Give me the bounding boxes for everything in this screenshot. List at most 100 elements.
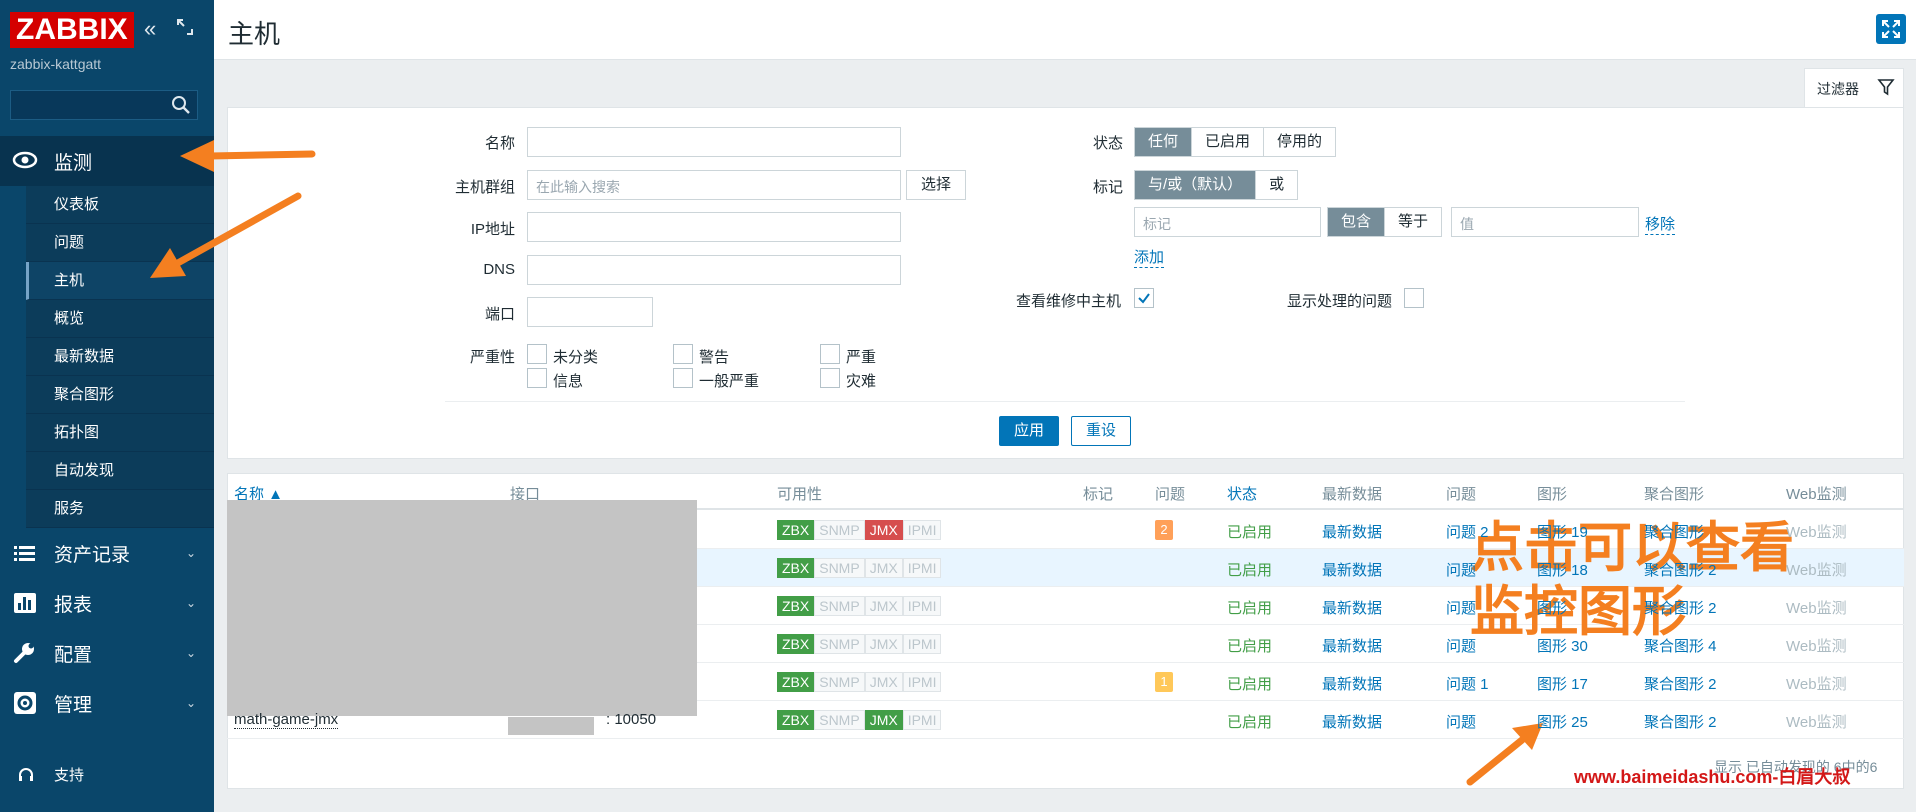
- submenu-item-discovery[interactable]: 自动发现: [26, 452, 214, 490]
- latest-data-link[interactable]: 最新数据: [1322, 559, 1382, 580]
- tag-value-input[interactable]: 值: [1451, 207, 1639, 237]
- screens-link[interactable]: 聚合图形 2: [1644, 711, 1717, 732]
- menu-section-inventory[interactable]: 资产记录 ⌄: [0, 529, 214, 577]
- reset-button[interactable]: 重设: [1071, 416, 1131, 446]
- submenu-item-hosts[interactable]: 主机: [26, 262, 214, 300]
- page-header: 主机: [214, 0, 1916, 60]
- screens-link[interactable]: 聚合图形 2: [1644, 673, 1717, 694]
- host-status[interactable]: 已启用: [1227, 597, 1272, 618]
- submenu-item-services[interactable]: 服务: [26, 490, 214, 528]
- maintenance-checkbox[interactable]: [1134, 288, 1154, 308]
- tag-add-link[interactable]: 添加: [1134, 246, 1165, 268]
- submenu-item-overview[interactable]: 概览: [26, 300, 214, 338]
- graphs-link[interactable]: 图形 30: [1537, 635, 1588, 656]
- chevron-up-icon: ⌃: [185, 154, 196, 168]
- latest-data-link[interactable]: 最新数据: [1322, 635, 1382, 656]
- zabbix-logo[interactable]: ZABBIX: [10, 12, 134, 48]
- screens-link[interactable]: 聚合图形 2: [1644, 559, 1717, 580]
- host-status[interactable]: 已启用: [1227, 711, 1272, 732]
- severity-label-average: 一般严重: [699, 373, 760, 390]
- severity-checkbox-average[interactable]: [673, 368, 693, 388]
- host-status[interactable]: 已启用: [1227, 673, 1272, 694]
- name-input[interactable]: [527, 127, 901, 157]
- column-header-tags: 标记: [1083, 486, 1114, 503]
- status-option-any[interactable]: 任何: [1135, 128, 1193, 156]
- severity-checkbox-unclassified[interactable]: [527, 344, 547, 364]
- status-option-disabled[interactable]: 停用的: [1264, 128, 1336, 156]
- submenu-item-maps[interactable]: 拓扑图: [26, 414, 214, 452]
- severity-label-warning: 警告: [699, 349, 730, 366]
- severity-checkbox-high[interactable]: [820, 344, 840, 364]
- severity-checkbox-information[interactable]: [527, 368, 547, 388]
- menu-section-administration[interactable]: 管理 ⌄: [0, 679, 214, 727]
- latest-data-link[interactable]: 最新数据: [1322, 521, 1382, 542]
- collapse-sidebar-icon[interactable]: «: [144, 16, 156, 42]
- availability-snmp: SNMP: [814, 710, 865, 730]
- host-status[interactable]: 已启用: [1227, 521, 1272, 542]
- show-suppressed-checkbox[interactable]: [1404, 288, 1424, 308]
- tag-remove-link[interactable]: 移除: [1645, 213, 1676, 235]
- tag-operator-control: 与/或（默认） 或: [1134, 170, 1299, 200]
- filter-tab[interactable]: 过滤器: [1804, 68, 1904, 108]
- submenu-item-latest-data[interactable]: 最新数据: [26, 338, 214, 376]
- availability-indicators: ZBX SNMP JMX IPMI: [777, 672, 942, 692]
- problem-count-badge[interactable]: 1: [1155, 672, 1173, 692]
- host-status[interactable]: 已启用: [1227, 559, 1272, 580]
- severity-checkbox-disaster[interactable]: [820, 368, 840, 388]
- submenu-item-problems[interactable]: 问题: [26, 224, 214, 262]
- search-icon[interactable]: [171, 95, 191, 115]
- support-link[interactable]: 支持: [0, 758, 214, 792]
- dns-input[interactable]: [527, 255, 901, 285]
- tag-operator-or[interactable]: 或: [1256, 171, 1298, 199]
- screens-link[interactable]: 聚合图形 4: [1644, 635, 1717, 656]
- latest-data-link[interactable]: 最新数据: [1322, 597, 1382, 618]
- web-monitoring-link: Web监测: [1786, 676, 1847, 693]
- submenu-item-dashboard[interactable]: 仪表板: [26, 186, 214, 224]
- dns-label: DNS: [483, 261, 515, 278]
- problems-link[interactable]: 问题: [1446, 711, 1476, 732]
- chevron-down-icon: ⌄: [185, 546, 196, 560]
- host-status[interactable]: 已启用: [1227, 635, 1272, 656]
- column-header-status[interactable]: 状态: [1227, 483, 1257, 504]
- problems-link[interactable]: 问题: [1446, 559, 1476, 580]
- graphs-link[interactable]: 图形 17: [1537, 673, 1588, 694]
- hostgroup-input[interactable]: 在此输入搜索: [527, 170, 901, 200]
- show-suppressed-label: 显示处理的问题: [1287, 293, 1393, 310]
- menu-section-configuration[interactable]: 配置 ⌄: [0, 629, 214, 677]
- latest-data-link[interactable]: 最新数据: [1322, 673, 1382, 694]
- tag-match-control: 包含 等于: [1327, 207, 1443, 237]
- severity-checkbox-warning[interactable]: [673, 344, 693, 364]
- kiosk-mode-icon[interactable]: [176, 16, 194, 42]
- menu-section-reports[interactable]: 报表 ⌄: [0, 579, 214, 627]
- graphs-link[interactable]: 图形: [1537, 597, 1567, 618]
- tag-name-input[interactable]: 标记: [1134, 207, 1321, 237]
- tag-match-equals[interactable]: 等于: [1385, 208, 1442, 236]
- ip-input[interactable]: [527, 212, 901, 242]
- screens-link[interactable]: 聚合图形 2: [1644, 597, 1717, 618]
- apply-button[interactable]: 应用: [999, 416, 1059, 446]
- host-name-link[interactable]: math-game-jmx: [234, 711, 339, 729]
- tag-operator-and-or[interactable]: 与/或（默认）: [1135, 171, 1257, 199]
- tag-match-contains[interactable]: 包含: [1328, 208, 1386, 236]
- availability-snmp: SNMP: [814, 558, 865, 578]
- problems-link[interactable]: 问题: [1446, 635, 1476, 656]
- problems-link[interactable]: 问题 1: [1446, 673, 1489, 694]
- screens-link[interactable]: 聚合图形: [1644, 521, 1704, 542]
- bar-chart-icon: [14, 593, 36, 613]
- latest-data-link[interactable]: 最新数据: [1322, 711, 1382, 732]
- port-input[interactable]: [527, 297, 653, 327]
- problems-link[interactable]: 问题: [1446, 597, 1476, 618]
- hostgroup-select-button[interactable]: 选择: [906, 170, 966, 200]
- column-header-web: Web监测: [1786, 486, 1847, 503]
- problem-count-badge[interactable]: 2: [1155, 520, 1173, 540]
- submenu-item-screens[interactable]: 聚合图形: [26, 376, 214, 414]
- menu-section-monitoring[interactable]: 监测 ⌃: [0, 136, 214, 186]
- fullscreen-button[interactable]: [1876, 14, 1906, 44]
- status-option-enabled[interactable]: 已启用: [1192, 128, 1265, 156]
- graphs-link[interactable]: 图形 19: [1537, 521, 1588, 542]
- graphs-link[interactable]: 图形 18: [1537, 559, 1588, 580]
- sidebar-search-input[interactable]: [10, 90, 198, 120]
- graphs-link[interactable]: 图形 25: [1537, 711, 1588, 732]
- annotation-text: 点击可以查看 监控图形: [1470, 516, 1794, 644]
- problems-link[interactable]: 问题 2: [1446, 521, 1489, 542]
